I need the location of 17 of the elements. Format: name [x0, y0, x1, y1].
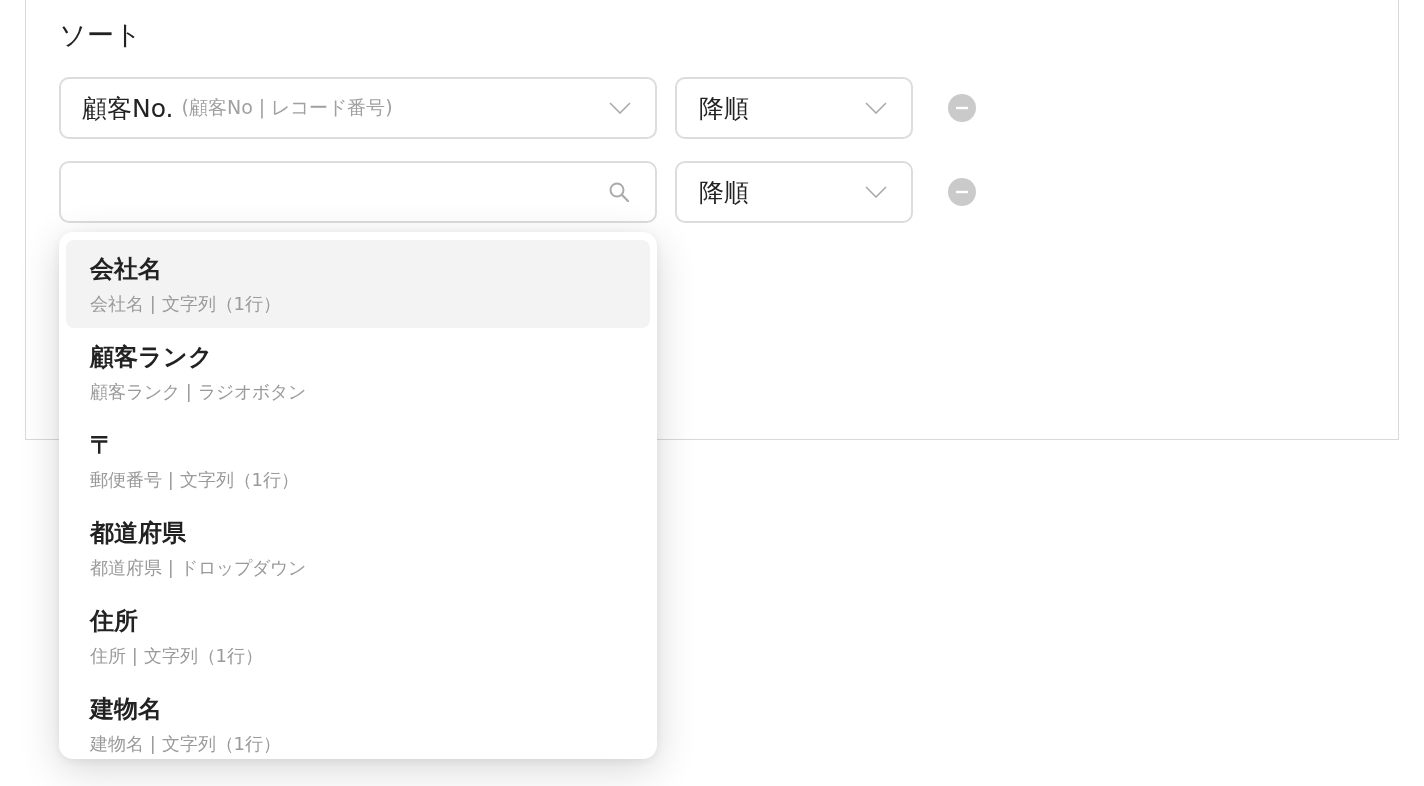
- search-icon: [609, 182, 629, 202]
- minus-circle-icon[interactable]: [948, 178, 976, 206]
- dropdown-option[interactable]: 住所 住所 | 文字列（1行）: [66, 592, 650, 680]
- dropdown-option[interactable]: 〒 郵便番号 | 文字列（1行）: [66, 416, 650, 504]
- order-select[interactable]: 降順: [675, 77, 913, 139]
- order-select[interactable]: 降順: [675, 161, 913, 223]
- dropdown-option[interactable]: 建物名 建物名 | 文字列（1行）: [66, 680, 650, 759]
- chevron-down-icon: [609, 102, 631, 114]
- chevron-down-icon: [865, 186, 887, 198]
- field-select[interactable]: 顧客No. (顧客No | レコード番号): [59, 77, 657, 139]
- chevron-down-icon: [865, 102, 887, 114]
- minus-circle-icon[interactable]: [948, 94, 976, 122]
- dropdown-option[interactable]: 都道府県 都道府県 | ドロップダウン: [66, 504, 650, 592]
- search-field[interactable]: [59, 161, 657, 223]
- dropdown-option[interactable]: 会社名 会社名 | 文字列（1行）: [66, 240, 650, 328]
- section-heading: ソート: [59, 18, 143, 52]
- dropdown-option[interactable]: 顧客ランク 顧客ランク | ラジオボタン: [66, 328, 650, 416]
